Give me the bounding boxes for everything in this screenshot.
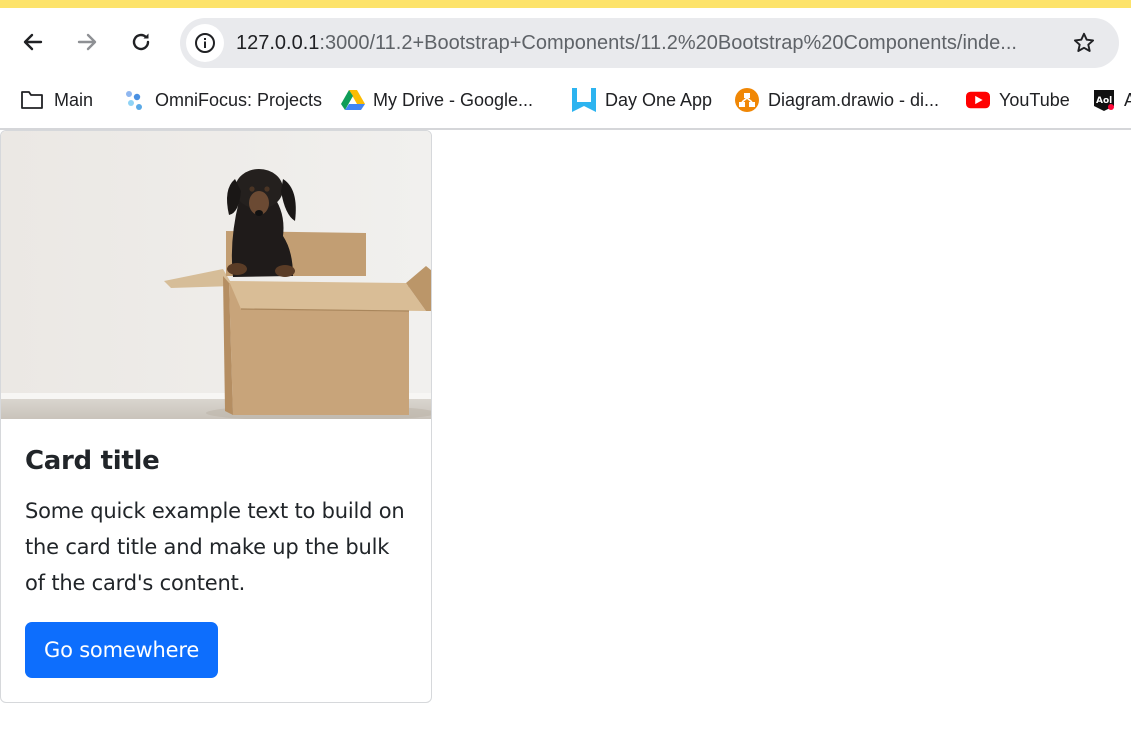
youtube-icon (966, 88, 990, 112)
url-path: :3000/11.2+Bootstrap+Components/11.2%20B… (319, 32, 1017, 54)
google-drive-icon (341, 88, 365, 112)
bookmark-label: OmniFocus: Projects (155, 89, 323, 110)
drawio-icon (735, 88, 759, 112)
go-somewhere-button[interactable]: Go somewhere (25, 622, 219, 678)
day-one-icon (572, 88, 596, 112)
bookmark-label: Diagram.drawio - di... (768, 89, 940, 110)
dog-in-box-illustration (1, 131, 431, 419)
card-text: Some quick example text to build on the … (25, 499, 405, 595)
info-icon (195, 33, 215, 53)
folder-icon (20, 88, 44, 112)
bookmarks-bar: Main OmniFocus: Projects My Drive - Goog… (0, 80, 1131, 120)
bookmark-label: Main (54, 89, 94, 110)
reload-icon (132, 33, 150, 51)
omnifocus-icon (123, 88, 147, 112)
window-top-strip (0, 0, 1131, 8)
aol-icon: Aol (1092, 88, 1116, 112)
card: Card title Some quick example text to bu… (0, 130, 432, 703)
card-body: Card title Some quick example text to bu… (25, 441, 409, 601)
arrow-right-icon (77, 33, 97, 51)
bookmark-label: A (1124, 89, 1131, 110)
arrow-left-icon (23, 33, 43, 51)
star-icon (1073, 32, 1095, 52)
reload-button[interactable] (127, 28, 155, 56)
url-host: 127.0.0.1 (236, 32, 320, 54)
bookmark-star-button[interactable] (1071, 30, 1097, 56)
site-info-button[interactable] (186, 24, 224, 62)
bookmark-youtube[interactable]: YouTube (966, 86, 1070, 114)
bookmark-omnifocus[interactable]: OmniFocus: Projects (123, 86, 322, 114)
back-button[interactable] (19, 28, 47, 56)
bookmark-aol[interactable]: Aol A (1092, 86, 1131, 114)
bookmark-label: YouTube (999, 89, 1070, 110)
bookmark-drawio[interactable]: Diagram.drawio - di... (735, 86, 939, 114)
browser-toolbar: 127.0.0.1:3000/11.2+Bootstrap+Components… (0, 8, 1131, 80)
url-text[interactable]: 127.0.0.1:3000/11.2+Bootstrap+Components… (236, 18, 1054, 68)
card-image (1, 131, 431, 419)
bookmark-label: My Drive - Google... (373, 89, 534, 110)
address-bar[interactable]: 127.0.0.1:3000/11.2+Bootstrap+Components… (180, 18, 1119, 68)
card-title: Card title (25, 446, 160, 476)
bookmark-google-drive[interactable]: My Drive - Google... (341, 86, 533, 114)
bookmark-day-one[interactable]: Day One App (572, 86, 712, 114)
bookmark-label: Day One App (605, 89, 713, 110)
forward-button[interactable] (73, 28, 101, 56)
bookmark-main[interactable]: Main (20, 86, 93, 114)
